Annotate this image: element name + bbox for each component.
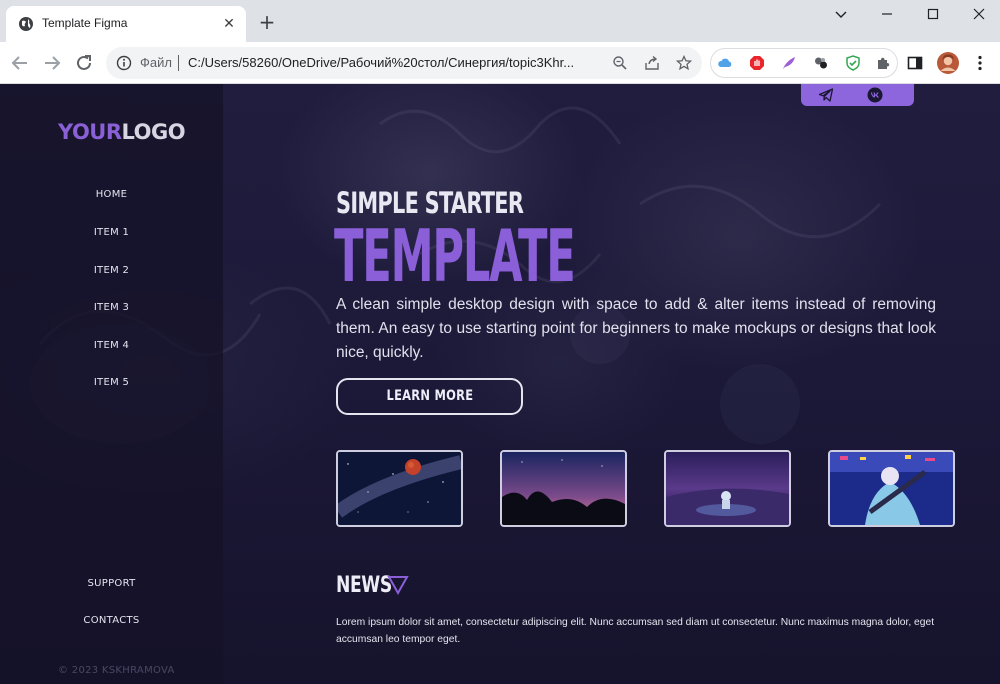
globe-icon [19,17,33,31]
address-bar[interactable]: Файл C:/Users/58260/OneDrive/Рабочий%20с… [106,47,702,79]
browser-toolbar: Файл C:/Users/58260/OneDrive/Рабочий%20с… [0,42,1000,84]
hero-description: A clean simple desktop design with space… [336,296,936,361]
sidebar-item-5[interactable]: ITEM 5 [0,377,223,388]
sidebar-item-4[interactable]: ITEM 4 [0,340,223,351]
social-bar [801,84,914,106]
puzzle-extensions-icon[interactable] [875,55,891,71]
menu-kebab-icon[interactable] [971,54,989,72]
vk-icon[interactable] [867,87,883,103]
url-text[interactable]: C:/Users/58260/OneDrive/Рабочий%20стол/С… [188,55,604,70]
thumbnail-musician[interactable] [828,450,955,527]
logo[interactable]: YOURLOGO [58,120,186,144]
thumbnail-blood-moon[interactable] [336,450,463,527]
tab-close-icon[interactable]: ✕ [220,15,238,33]
new-tab-icon[interactable]: + [256,12,278,34]
bookmark-star-icon[interactable] [676,55,692,71]
reload-icon[interactable] [72,51,96,75]
info-icon[interactable] [116,55,132,71]
browser-titlebar: Template Figma ✕ + [0,0,1000,42]
zoom-icon[interactable] [612,55,628,71]
adblock-extension-icon[interactable] [749,55,765,71]
maximize-icon[interactable] [910,2,956,26]
window-close-icon[interactable] [956,2,1000,26]
extensions-group [710,48,898,78]
thumbnail-mountains-sunset[interactable] [500,450,627,527]
sidebar-item-contacts[interactable]: CONTACTS [0,615,223,626]
back-arrow-icon[interactable] [8,51,32,75]
sidebar-item-support[interactable]: SUPPORT [0,578,223,589]
side-panel-icon[interactable] [906,54,924,72]
address-separator [178,55,179,71]
tab-title: Template Figma [42,16,128,30]
copyright-text: © 2023 KSKHRAMOVA [58,665,175,676]
file-scheme-label: Файл [140,55,172,70]
profile-avatar[interactable] [937,52,959,74]
hero-title: TEMPLATE [334,214,576,298]
sidebar-item-1[interactable]: ITEM 1 [0,227,223,238]
telegram-icon[interactable] [818,87,834,103]
cloud-extension-icon[interactable] [717,55,733,71]
browser-tab[interactable]: Template Figma ✕ [6,6,246,42]
logo-accent-text: YOUR [58,120,122,144]
spheres-extension-icon[interactable] [813,55,829,71]
web-page: YOURLOGO HOME ITEM 1 ITEM 2 ITEM 3 ITEM … [0,84,1000,684]
tab-search-chevron-icon[interactable] [818,2,864,26]
thumbnail-gallery [336,450,956,527]
sidebar-item-3[interactable]: ITEM 3 [0,302,223,313]
share-icon[interactable] [644,55,660,71]
logo-main-text: LOGO [121,120,186,144]
news-heading: NEWS [336,573,392,598]
minimize-icon[interactable] [864,2,910,26]
news-text: Lorem ipsum dolor sit amet, consectetur … [336,617,935,645]
learn-more-label: LEARN MORE [386,388,473,404]
shield-extension-icon[interactable] [845,55,861,71]
feather-extension-icon[interactable] [781,55,797,71]
learn-more-button[interactable]: LEARN MORE [336,378,523,415]
forward-arrow-icon[interactable] [40,51,64,75]
sidebar: YOURLOGO HOME ITEM 1 ITEM 2 ITEM 3 ITEM … [0,84,223,684]
thumbnail-astronaut[interactable] [664,450,791,527]
sidebar-item-home[interactable]: HOME [0,189,223,200]
triangle-down-icon [387,576,409,595]
sidebar-item-2[interactable]: ITEM 2 [0,265,223,276]
